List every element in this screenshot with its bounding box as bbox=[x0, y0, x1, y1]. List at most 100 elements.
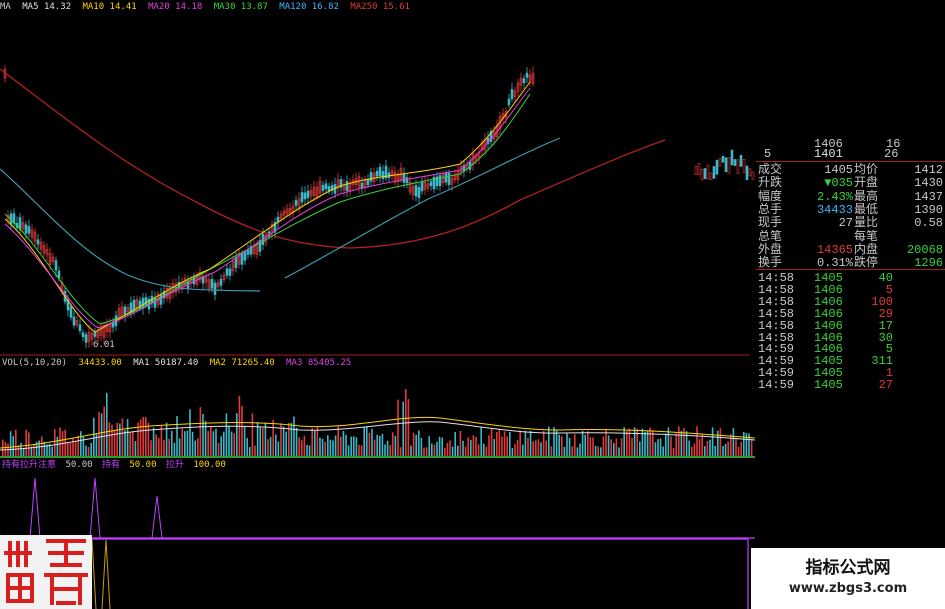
volume-bar bbox=[350, 436, 352, 456]
candle-body bbox=[703, 168, 707, 179]
volume-bar bbox=[249, 447, 251, 456]
volume-bar bbox=[685, 431, 688, 456]
volume-bar bbox=[150, 440, 152, 456]
volume-bar bbox=[80, 431, 82, 456]
volume-bar bbox=[243, 425, 246, 456]
volume-bar bbox=[701, 434, 703, 456]
candle-body bbox=[447, 172, 451, 186]
candle-body bbox=[709, 172, 713, 180]
volume-bar bbox=[394, 436, 397, 456]
volume-bar bbox=[423, 447, 425, 456]
volume-bar bbox=[176, 416, 178, 456]
volume-bar bbox=[28, 432, 30, 456]
candle-body bbox=[123, 306, 127, 316]
indicator-value-1: 50.00 bbox=[65, 460, 93, 470]
candlestick-chart[interactable]: 6.01 bbox=[0, 14, 750, 356]
order-price: 1401 bbox=[814, 147, 843, 161]
volume-bar bbox=[345, 434, 347, 456]
volume-bar bbox=[363, 426, 365, 456]
volume-bar bbox=[737, 446, 740, 456]
volume-bar bbox=[490, 428, 493, 456]
volume-bar bbox=[550, 446, 553, 456]
volume-bar bbox=[152, 427, 155, 456]
volume-bar bbox=[184, 431, 186, 456]
ma-legend: MA MA5 14.32 MA10 14.41 MA20 14.18 MA30 … bbox=[0, 0, 535, 14]
volume-bar bbox=[566, 433, 568, 456]
volume-bar bbox=[139, 419, 142, 456]
volume-bar bbox=[371, 428, 373, 456]
volume-bar bbox=[199, 407, 202, 456]
volume-bar bbox=[186, 430, 189, 456]
volume-bar bbox=[306, 444, 308, 456]
candle-body bbox=[375, 170, 379, 177]
candle-body bbox=[706, 164, 710, 180]
volume-bar bbox=[553, 427, 555, 456]
hold-spike-3 bbox=[151, 495, 163, 539]
indicator-rise-label: 拉升 bbox=[165, 460, 184, 470]
right-chart-fragment bbox=[694, 149, 755, 181]
volume-bar bbox=[376, 434, 378, 456]
volume-bar bbox=[108, 422, 111, 456]
volume-bar bbox=[51, 446, 53, 456]
volume-chart[interactable] bbox=[0, 368, 755, 458]
candle-body bbox=[369, 171, 373, 182]
volume-bar bbox=[303, 435, 306, 456]
candle-body bbox=[381, 171, 385, 180]
volume-bar bbox=[407, 399, 410, 456]
volume-bar bbox=[711, 427, 714, 456]
candle-body bbox=[234, 257, 238, 268]
volume-bar bbox=[480, 426, 482, 456]
volume-bar bbox=[158, 438, 160, 456]
indicator-chart[interactable] bbox=[0, 470, 755, 609]
volume-bar bbox=[719, 428, 722, 456]
candle-body bbox=[727, 157, 731, 174]
volume-bar bbox=[587, 431, 589, 456]
volume-bar bbox=[324, 441, 326, 456]
volume-bar bbox=[168, 438, 170, 456]
candle-body bbox=[240, 253, 244, 265]
volume-bar bbox=[428, 436, 430, 456]
volume-bar bbox=[483, 443, 485, 456]
volume-bar bbox=[392, 432, 394, 456]
volume-bar bbox=[215, 428, 217, 456]
volume-bar bbox=[454, 431, 456, 456]
volume-bar bbox=[386, 440, 389, 456]
candle-body bbox=[730, 149, 734, 166]
volume-bar bbox=[69, 443, 72, 456]
volume-bar bbox=[197, 438, 199, 456]
volume-bar bbox=[688, 440, 690, 456]
volume-bar bbox=[441, 437, 443, 456]
ma120-value: MA120 16.82 bbox=[279, 2, 339, 12]
volume-bar bbox=[475, 436, 477, 456]
volume-bar bbox=[704, 446, 706, 456]
volume-bar bbox=[207, 430, 209, 456]
volume-bar bbox=[665, 433, 667, 456]
site-watermark: 指标公式网 www.zbgs3.com bbox=[751, 548, 945, 609]
volume-bar bbox=[574, 434, 576, 456]
volume-bar bbox=[272, 419, 274, 456]
candle-body bbox=[522, 78, 526, 84]
volume-bar bbox=[633, 427, 636, 456]
volume-bar bbox=[54, 429, 56, 456]
candle-body bbox=[111, 322, 115, 328]
volume-bar bbox=[459, 430, 462, 456]
volume-bar bbox=[610, 439, 612, 456]
volume-bar bbox=[750, 438, 753, 456]
volume-bar bbox=[597, 446, 599, 456]
volume-bar bbox=[545, 440, 547, 456]
volume-bar bbox=[38, 440, 40, 456]
volume-bars bbox=[2, 389, 753, 456]
candle-body bbox=[733, 159, 737, 166]
volume-bar bbox=[145, 417, 147, 456]
candle-body bbox=[306, 190, 310, 198]
volume-bar bbox=[67, 442, 69, 456]
volume-bar bbox=[77, 435, 79, 456]
volume-bar bbox=[592, 437, 594, 456]
volume-bar bbox=[134, 441, 137, 456]
volume-bar bbox=[171, 430, 173, 456]
volume-bar bbox=[72, 437, 74, 456]
volume-bar bbox=[194, 440, 196, 456]
volume-bar bbox=[124, 430, 126, 456]
volume-bar bbox=[20, 442, 22, 456]
volume-bar bbox=[293, 416, 295, 456]
